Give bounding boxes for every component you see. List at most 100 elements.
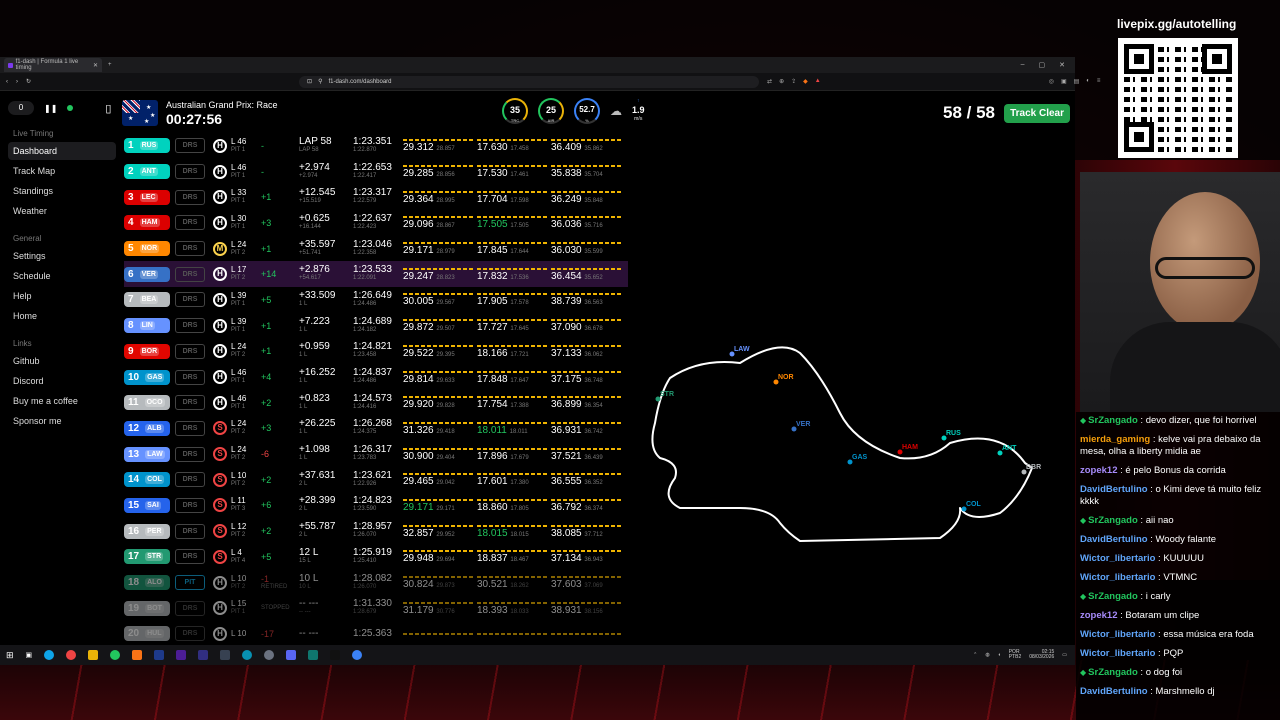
sidebar-item-home[interactable]: Home: [8, 307, 116, 325]
discord-icon[interactable]: [286, 650, 297, 660]
sidebar-item-sponsor[interactable]: Sponsor me: [8, 412, 116, 430]
positions-gained: +2: [261, 397, 272, 408]
translate-icon[interactable]: ⇄: [767, 78, 772, 85]
chat-username[interactable]: mierda_gaming: [1080, 434, 1150, 445]
pause-icon[interactable]: ❚❚: [44, 104, 57, 113]
chrome-alt-icon[interactable]: [110, 650, 121, 660]
driver-row[interactable]: 6 VER DRS H L 17 PIT 2 +14 +2.876 +54.617 1:23.53…: [124, 261, 628, 288]
sidebar-item-github[interactable]: Github: [8, 352, 116, 370]
chat-username[interactable]: DavidBertulino: [1080, 484, 1148, 495]
chat-username[interactable]: zopek12: [1080, 465, 1118, 476]
browser-tab[interactable]: f1-dash | Formula 1 live timing ✕: [4, 58, 102, 72]
chat-username[interactable]: Wictor_libertario: [1080, 553, 1155, 564]
windows-start-icon[interactable]: ⊞: [6, 650, 14, 661]
task-view-icon[interactable]: ▣: [26, 651, 33, 659]
close-window-icon[interactable]: ✕: [1059, 61, 1065, 69]
sidebar-item-help[interactable]: Help: [8, 287, 116, 305]
delay-input[interactable]: 0: [8, 101, 34, 115]
driver-row[interactable]: 16 PER DRS S L 12 PIT 2 +2 +55.787 2 L 1:28.957 1:…: [124, 518, 628, 544]
chat-username[interactable]: SrZangado: [1088, 667, 1138, 678]
rewards-icon[interactable]: ▲: [815, 78, 821, 85]
wallet-icon[interactable]: ▣: [1061, 78, 1067, 85]
driver-row[interactable]: 20 HUL DRS H L 10 -17 -- --- 1:25.363: [124, 621, 628, 647]
sidebar-collapse-icon[interactable]: ▯: [105, 102, 111, 115]
bookmark-icon[interactable]: ⊡: [307, 78, 312, 85]
sidebar-item-track-map[interactable]: Track Map: [8, 162, 116, 180]
sidebar-item-schedule[interactable]: Schedule: [8, 267, 116, 285]
driver-row[interactable]: 12 ALB DRS S L 24 PIT 2 +3 +26.225 1 L 1:26.268 1:…: [124, 416, 628, 442]
driver-row[interactable]: 15 SAI DRS S L 11 PIT 3 +6 +28.399 2 L 1:24.823 1:…: [124, 493, 628, 519]
extensions-icon[interactable]: ◎: [1049, 78, 1054, 85]
driver-row[interactable]: 14 COL DRS S L 10 PIT 2 +2 +37.631 2 L 1:23.621 1:…: [124, 467, 628, 493]
drs-indicator: DRS: [175, 266, 205, 282]
driver-row[interactable]: 1 RUS DRS H L 46 PIT 1 - LAP 58 LAP 58 1:23.351 1:…: [124, 133, 628, 159]
photoshop-icon[interactable]: [154, 650, 165, 660]
sidebar-item-buy-coffee[interactable]: Buy me a coffee: [8, 392, 116, 410]
driver-row[interactable]: 11 OCO DRS H L 46 PIT 1 +2 +0.823 1 L 1:24.573 1:2…: [124, 390, 628, 416]
brave-icon[interactable]: [132, 650, 143, 660]
capcut-icon[interactable]: [330, 650, 341, 660]
new-tab-icon[interactable]: +: [108, 62, 112, 68]
shield-icon[interactable]: ◆: [803, 78, 808, 85]
chat-username[interactable]: SrZangado: [1088, 515, 1138, 526]
chat-username[interactable]: Wictor_libertario: [1080, 648, 1155, 659]
site-info-icon[interactable]: ⚲: [318, 78, 322, 85]
zoom-icon[interactable]: ⊕: [779, 78, 784, 85]
driver-row[interactable]: 10 GAS DRS H L 46 PIT 1 +4 +16.252 1 L 1:24.837 1:…: [124, 364, 628, 390]
sidebar-item-settings[interactable]: Settings: [8, 247, 116, 265]
driver-row[interactable]: 19 BOT DRS H L 15 PIT 1 STOPPED -- --- -- --- 1:3…: [124, 595, 628, 621]
chrome-icon[interactable]: [66, 650, 77, 660]
calculator-icon[interactable]: [220, 650, 231, 660]
forward-icon[interactable]: ›: [16, 79, 18, 85]
drs-indicator: DRS: [175, 600, 205, 616]
network-icon[interactable]: ◍: [985, 652, 989, 658]
driver-row[interactable]: 5 NOR DRS M L 24 PIT 2 +1 +35.597 +51.741 1:23.04…: [124, 236, 628, 262]
chat-username[interactable]: DavidBertulino: [1080, 686, 1148, 697]
sidebar-item-standings[interactable]: Standings: [8, 182, 116, 200]
premiere-icon[interactable]: [176, 650, 187, 660]
profile-icon[interactable]: ◐: [1086, 78, 1090, 85]
edge-icon[interactable]: [44, 650, 55, 660]
driver-row[interactable]: 17 STR DRS S L 4 PIT 4 +5 12 L 15 L 1:25.919 1:25.…: [124, 544, 628, 570]
driver-row[interactable]: 18 ALO PIT H L 10 PIT 2 -1 RETIRED 10 L 10 L 1:28.…: [124, 570, 628, 596]
gap-interval: LAP 58 LAP 58: [299, 135, 332, 153]
driver-row[interactable]: 2 ANT DRS H L 46 PIT 1 - +2.974 +2.974 1:22.653 1:…: [124, 159, 628, 185]
chat-username[interactable]: Wictor_libertario: [1080, 572, 1155, 583]
menu-icon[interactable]: ≡: [1097, 78, 1101, 85]
tray-chevron-icon[interactable]: ⌃: [973, 652, 977, 658]
sector-2: [477, 631, 551, 637]
sidebar-item-weather[interactable]: Weather: [8, 202, 116, 220]
url-field[interactable]: ⊡ ⚲ f1-dash.com/dashboard: [299, 75, 760, 88]
volume-icon[interactable]: ◖: [998, 652, 1001, 658]
obs-icon[interactable]: [264, 650, 275, 660]
chat-username[interactable]: SrZangado: [1088, 415, 1138, 426]
driver-row[interactable]: 9 BOR DRS H L 24 PIT 2 +1 +0.959 1 L 1:24.821 1:23…: [124, 339, 628, 365]
tyre-compound: H: [213, 190, 227, 205]
lap-time: 1:24.573 1:24.416: [353, 392, 392, 410]
audition-icon[interactable]: [308, 650, 319, 660]
explorer-icon[interactable]: [88, 650, 99, 660]
media-encoder-icon[interactable]: [198, 650, 209, 660]
share-icon[interactable]: ⇪: [791, 78, 796, 85]
back-icon[interactable]: ‹: [6, 79, 8, 85]
sidebar-item-dashboard[interactable]: Dashboard: [8, 142, 116, 160]
notifications-icon[interactable]: ▭: [1062, 652, 1067, 658]
reload-icon[interactable]: ↻: [26, 78, 31, 85]
stint-info: L 24 PIT 2: [231, 239, 247, 256]
driver-row[interactable]: 8 LIN DRS H L 39 PIT 1 +1 +7.223 1 L 1:24.689 1:24…: [124, 313, 628, 339]
maximize-icon[interactable]: ▢: [1039, 61, 1046, 69]
app-icon[interactable]: [242, 650, 253, 660]
driver-row[interactable]: 7 BEA DRS H L 39 PIT 1 +5 +33.509 1 L 1:26.649 1:2…: [124, 287, 628, 313]
sidebar-item-discord[interactable]: Discord: [8, 372, 116, 390]
chat-username[interactable]: Wictor_libertario: [1080, 629, 1155, 640]
sidebar-toggle-icon[interactable]: ▤: [1074, 78, 1080, 85]
chat-username[interactable]: zopek12: [1080, 610, 1118, 621]
driver-row[interactable]: 3 LEC DRS H L 33 PIT 1 +1 +12.545 +15.519 1:23.31…: [124, 184, 628, 210]
driver-row[interactable]: 4 HAM DRS H L 30 PIT 1 +3 +0.625 +16.144 1:22.637…: [124, 210, 628, 236]
settings-icon[interactable]: [352, 650, 363, 660]
chat-username[interactable]: DavidBertulino: [1080, 534, 1148, 545]
driver-row[interactable]: 13 LAW DRS S L 24 PIT 2 -6 +1.098 1 L 1:26.317 1:2…: [124, 441, 628, 467]
close-tab-icon[interactable]: ✕: [93, 62, 98, 69]
minimize-icon[interactable]: –: [1021, 61, 1025, 69]
chat-username[interactable]: SrZangado: [1088, 591, 1138, 602]
